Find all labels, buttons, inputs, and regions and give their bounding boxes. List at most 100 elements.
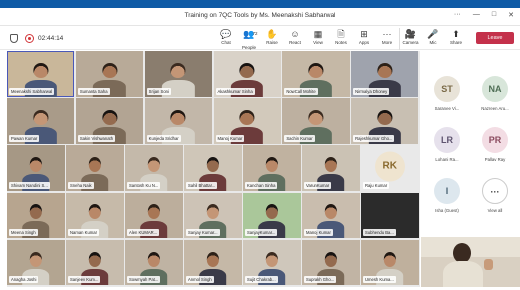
self-view-head (453, 243, 471, 263)
participant-tile[interactable]: Sahil Bhattar... (184, 145, 242, 192)
view-icon: ▦ (313, 29, 323, 39)
participant-head (308, 62, 324, 78)
toolbar-mic-button[interactable]: 🎤 Mic (422, 28, 444, 50)
participant-head (33, 62, 49, 78)
participant-name-label: Srijan Soni (146, 87, 171, 95)
participant-tile[interactable]: Kanchan Sinha (243, 145, 301, 192)
window-title: Training on 7QC Tools by Ms. Meenakshi S… (184, 12, 336, 19)
minimize-button[interactable]: — (473, 11, 480, 19)
title-bar: Training on 7QC Tools by Ms. Meenakshi S… (0, 8, 520, 26)
participant-tile[interactable]: Sumanta Saha (75, 51, 144, 97)
participant-avatar: I (434, 178, 460, 204)
toolbar-apps-button[interactable]: ⊞ Apps (353, 28, 375, 50)
participant-tile[interactable]: Srijan Soni (144, 51, 212, 97)
participant-tile[interactable]: Sanjeev Kum... (66, 239, 124, 286)
participant-tile[interactable]: VarunKumar (302, 145, 360, 192)
participant-tile[interactable]: Manoj Kumar (302, 192, 360, 239)
close-button[interactable]: ✕ (508, 11, 514, 19)
leave-button[interactable]: Leave (476, 32, 514, 44)
toolbar-button-label: People (241, 45, 256, 50)
participant-tile[interactable]: Sachin Kumar (282, 98, 350, 144)
participant-tile[interactable]: Umesh Kuma... (361, 239, 419, 286)
participant-tile[interactable]: Meenakshi Sabharwal (7, 51, 75, 97)
participant-name-label: Meenakshi Sabharwal (9, 87, 55, 95)
toolbar-camera-button[interactable]: 🎥 Camera (399, 28, 421, 50)
participant-head (29, 251, 43, 267)
participant-name-label: Suprakh Gho... (304, 276, 337, 284)
toolbar-chat-button[interactable]: 💬 Chat (215, 28, 237, 50)
participant-tile[interactable]: Manoj Kumar (213, 98, 281, 144)
participant-tile[interactable]: SanjayKumar... (243, 192, 301, 239)
participant-name-label: Manoj Kumar (215, 134, 245, 142)
maximize-button[interactable]: □ (492, 11, 496, 19)
side-participant[interactable]: I Isha (Guest) (427, 178, 467, 213)
participant-tile[interactable]: Santosh Ku N... (125, 145, 183, 192)
side-participant[interactable]: LR Lohani Ra... (427, 127, 467, 162)
participant-name-label: Anagha Joshi (9, 276, 39, 284)
share-icon: ⬆ (452, 29, 460, 39)
self-view-tile[interactable] (421, 237, 520, 287)
participant-tile[interactable]: Suprakh Gho... (302, 239, 360, 286)
participant-tile[interactable]: Anmol Singh (184, 239, 242, 286)
participant-tile[interactable]: Nirmalya Dhoney (351, 51, 419, 97)
participant-tile[interactable]: Anagha Joshi (7, 239, 65, 286)
participant-tile[interactable]: Sujit Chakrab... (243, 239, 301, 286)
participant-head (29, 204, 43, 220)
participant-tile[interactable]: Meena Singh (7, 192, 65, 239)
toolbar-raise-button[interactable]: ✋ Raise (261, 28, 283, 50)
participant-tile[interactable]: Sowmyah Pat... (125, 239, 183, 286)
participant-name-label: Sakin Vishwanath (77, 134, 116, 142)
participant-tile[interactable]: Shivam Nandini S... (7, 145, 65, 192)
more-options-button[interactable]: ··· (454, 11, 461, 19)
participant-tile[interactable]: Alen KUMAR... (125, 192, 183, 239)
participant-head (102, 110, 117, 125)
participant-tile[interactable]: Naman Kumar (66, 192, 124, 239)
participant-avatar: LR (434, 127, 460, 153)
participant-tile[interactable]: Pawan Kumar (7, 98, 75, 144)
participant-initials-avatar: RK (374, 151, 405, 182)
recording-icon (25, 34, 34, 43)
more-icon: ··· (382, 29, 392, 39)
participant-tile[interactable]: Kunjeda Sridhar (144, 98, 212, 144)
participant-tile[interactable]: NowCall Mohite (282, 51, 350, 97)
participant-head (324, 204, 338, 220)
participant-tile[interactable]: Subhendu Ba... (361, 192, 419, 239)
toolbar-react-button[interactable]: ☺ React (284, 28, 306, 50)
side-participant[interactable]: ST Saranee Vi... (427, 76, 467, 111)
participant-head (265, 157, 279, 173)
shield-icon[interactable] (10, 34, 18, 43)
view-all-button[interactable]: ··· View all (475, 178, 515, 213)
toolbar-view-button[interactable]: ▦ View (307, 28, 329, 50)
participant-avatar: NA (482, 76, 508, 102)
participant-name-label: Umesh Kuma... (363, 276, 396, 284)
participant-name-label: Pawan Kumar (9, 134, 40, 142)
participant-tile[interactable]: RK Raju Kumar (361, 145, 419, 192)
toolbar-button-label: Camera (402, 40, 419, 45)
toolbar-button-label: Apps (358, 40, 370, 45)
raise-icon: ✋ (266, 29, 278, 39)
mic-icon: 🎤 (427, 29, 439, 39)
side-participant[interactable]: PR Pallav Ray (475, 127, 515, 162)
camera-icon: 🎥 (404, 29, 417, 39)
participant-tile[interactable]: Sneha Naik (66, 145, 124, 192)
toolbar-notes-button[interactable]: 🗎 Notes (330, 28, 352, 50)
participant-tile[interactable]: Akashkumar Sinha (213, 51, 281, 97)
toolbar-share-button[interactable]: ⬆ Share (445, 28, 467, 50)
participant-head (147, 251, 161, 267)
participant-tile[interactable]: Sakin Vishwanath (75, 98, 144, 144)
participant-name-label: Manoj Kumar (304, 229, 333, 237)
participant-head (88, 157, 102, 173)
participants-side-panel: ST Saranee Vi... NA Nazreen Aru... LR Lohani … (421, 51, 520, 236)
toolbar-button-label: View (313, 40, 323, 45)
toolbar-more-button[interactable]: ··· More (376, 28, 398, 50)
participant-name-label: Kanchan Sinha (245, 182, 278, 190)
participant-tile[interactable]: Rajeshkumar Gho... (351, 98, 419, 144)
side-participant[interactable]: NA Nazreen Aru... (475, 76, 515, 111)
participant-tile[interactable]: Sanjay Kumar... (184, 192, 242, 239)
participant-head (239, 62, 255, 78)
participant-head (206, 157, 220, 173)
video-grid: Meenakshi Sabharwal Sumanta Saha Srijan So… (7, 51, 420, 287)
toolbar-people-button[interactable]: 👥 72 People (238, 28, 260, 50)
participant-head (147, 157, 161, 173)
participant-head (147, 204, 161, 220)
